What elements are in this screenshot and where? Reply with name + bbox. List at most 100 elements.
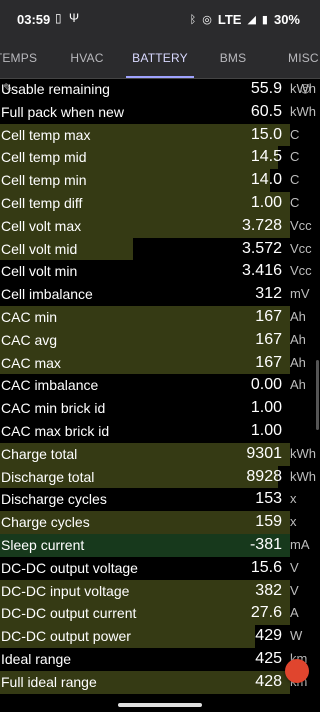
dial-icon[interactable]: ◎ — [300, 81, 310, 95]
row-value: 14.0 — [250, 171, 282, 189]
row-value: 3.572 — [241, 239, 282, 257]
row-unit: Vcc — [290, 217, 312, 233]
row-label: CAC min — [1, 308, 58, 325]
row-label: Ideal range — [1, 650, 72, 667]
gesture-nav-handle[interactable] — [118, 703, 202, 707]
row-label: CAC avg — [1, 331, 58, 348]
data-row[interactable]: Cell temp min 14.0 C — [0, 169, 320, 192]
row-label: Cell temp min — [1, 172, 87, 189]
row-value: 167 — [255, 353, 282, 371]
data-row[interactable]: DC-DC output current 27.6 A — [0, 602, 320, 626]
scrollbar-thumb[interactable] — [316, 360, 319, 430]
status-right-group: ᛒ ◎ LTE ◢ ▮ 30% — [190, 12, 300, 27]
tab-bar: TEMPS HVAC BATTERY BMS MISC — [0, 38, 320, 79]
battery-percent: 30% — [273, 12, 300, 27]
tab-temps[interactable]: TEMPS — [0, 38, 44, 78]
battery-icon: ▮ — [261, 14, 268, 26]
row-unit: A — [290, 605, 299, 621]
row-value: 27.6 — [250, 604, 282, 622]
row-label: DC-DC output current — [1, 605, 137, 622]
tab-hvac[interactable]: HVAC — [58, 38, 116, 78]
tab-label: HVAC — [70, 51, 104, 65]
tab-battery[interactable]: BATTERY — [126, 38, 194, 78]
record-button[interactable] — [285, 659, 309, 683]
row-unit: kWh — [290, 445, 316, 461]
tab-label: BATTERY — [132, 51, 188, 65]
data-row[interactable]: CAC min brick id 1.00 — [0, 397, 320, 420]
data-row[interactable]: Discharge total 8928 kWh — [0, 465, 320, 489]
row-label: Sleep current — [1, 536, 85, 553]
row-value: 167 — [255, 330, 282, 348]
data-row[interactable]: Cell volt mid 3.572 Vcc — [0, 237, 320, 261]
row-unit: kWh — [290, 468, 316, 484]
row-label: Cell temp mid — [1, 149, 87, 166]
row-unit: x — [290, 514, 297, 530]
data-row[interactable]: Cell volt max 3.728 Vcc — [0, 214, 320, 238]
row-value: 14.5 — [250, 148, 282, 166]
row-value: 55.9 — [250, 80, 282, 97]
row-value: 429 — [255, 627, 282, 645]
row-value: 15.6 — [250, 558, 282, 576]
row-unit: mA — [290, 536, 310, 552]
status-bar: 03:59 ▯ Ψ ᛒ ◎ LTE ◢ ▮ 30% — [0, 0, 320, 38]
row-unit: C — [290, 149, 300, 165]
data-row[interactable]: Full ideal range428km — [0, 670, 320, 694]
edit-icon[interactable]: ✎ — [3, 81, 13, 95]
row-value: 159 — [255, 513, 282, 531]
row-label: Charge total — [1, 445, 78, 462]
data-row[interactable]: DC-DC output power 429 W — [0, 625, 320, 648]
row-label: Discharge cycles — [1, 491, 107, 508]
row-unit: V — [290, 559, 299, 575]
row-value: 153 — [255, 490, 282, 508]
data-row[interactable]: DC-DC input voltage 382 V — [0, 579, 320, 603]
data-row[interactable]: Cell imbalance 312 mV — [0, 283, 320, 306]
battery-data-list: Usable remaining 55.9 kWh Full pack when ne… — [0, 78, 320, 694]
row-value: 312 — [255, 285, 282, 303]
data-row[interactable]: Ideal range425km — [0, 648, 320, 671]
data-row[interactable]: CAC max 167 Ah — [0, 351, 320, 375]
data-row[interactable]: DC-DC output voltage 15.6 V — [0, 557, 320, 580]
data-row[interactable]: Discharge cycles 153 x — [0, 488, 320, 511]
data-row[interactable]: Full pack when new 60.5 kWh — [0, 101, 320, 124]
data-row[interactable]: Cell volt min 3.416 Vcc — [0, 260, 320, 283]
data-row[interactable]: Sleep current -381 mA — [0, 533, 320, 557]
data-row[interactable]: Charge total 9301 kWh — [0, 442, 320, 466]
row-label: CAC min brick id — [1, 400, 106, 417]
tab-label: BMS — [219, 51, 247, 65]
row-label: DC-DC input voltage — [1, 582, 130, 599]
row-label: Cell volt max — [1, 217, 82, 234]
row-value: 1.00 — [250, 193, 282, 211]
row-value: 167 — [255, 307, 282, 325]
row-label: CAC imbalance — [1, 377, 99, 394]
data-row[interactable]: CAC avg 167 Ah — [0, 328, 320, 352]
row-label: Full ideal range — [1, 673, 97, 690]
row-unit: C — [290, 126, 300, 142]
row-unit: C — [290, 172, 300, 188]
row-unit: C — [290, 194, 300, 210]
data-row[interactable]: Cell temp mid 14.5 C — [0, 146, 320, 170]
row-label: Full pack when new — [1, 103, 124, 120]
row-unit: Vcc — [290, 263, 312, 279]
row-unit: x — [290, 491, 297, 507]
row-label: Cell imbalance — [1, 286, 93, 303]
row-value: 60.5 — [250, 102, 282, 120]
row-value: 3.728 — [241, 216, 282, 234]
data-row[interactable]: CAC min 167 Ah — [0, 305, 320, 329]
row-unit: W — [290, 628, 303, 644]
tab-misc[interactable]: MISC — [288, 38, 320, 78]
data-row[interactable]: CAC imbalance 0.00 Ah — [0, 374, 320, 397]
data-row[interactable]: CAC max brick id 1.00 — [0, 420, 320, 443]
row-label: Discharge total — [1, 468, 95, 485]
tab-label: TEMPS — [0, 51, 38, 65]
row-value: 428 — [255, 672, 282, 690]
row-value: 1.00 — [250, 399, 282, 417]
data-row[interactable]: Usable remaining 55.9 kWh — [0, 78, 320, 101]
data-row[interactable]: Cell temp max 15.0 C — [0, 123, 320, 147]
row-label: DC-DC output power — [1, 628, 131, 645]
row-label: CAC max brick id — [1, 422, 110, 439]
row-value: 1.00 — [250, 421, 282, 439]
app-root: 03:59 ▯ Ψ ᛒ ◎ LTE ◢ ▮ 30% TEMPS HVAC BAT… — [0, 0, 320, 712]
tab-bms[interactable]: BMS — [210, 38, 256, 78]
data-row[interactable]: Cell temp diff 1.00 C — [0, 191, 320, 215]
data-row[interactable]: Charge cycles 159 x — [0, 511, 320, 534]
